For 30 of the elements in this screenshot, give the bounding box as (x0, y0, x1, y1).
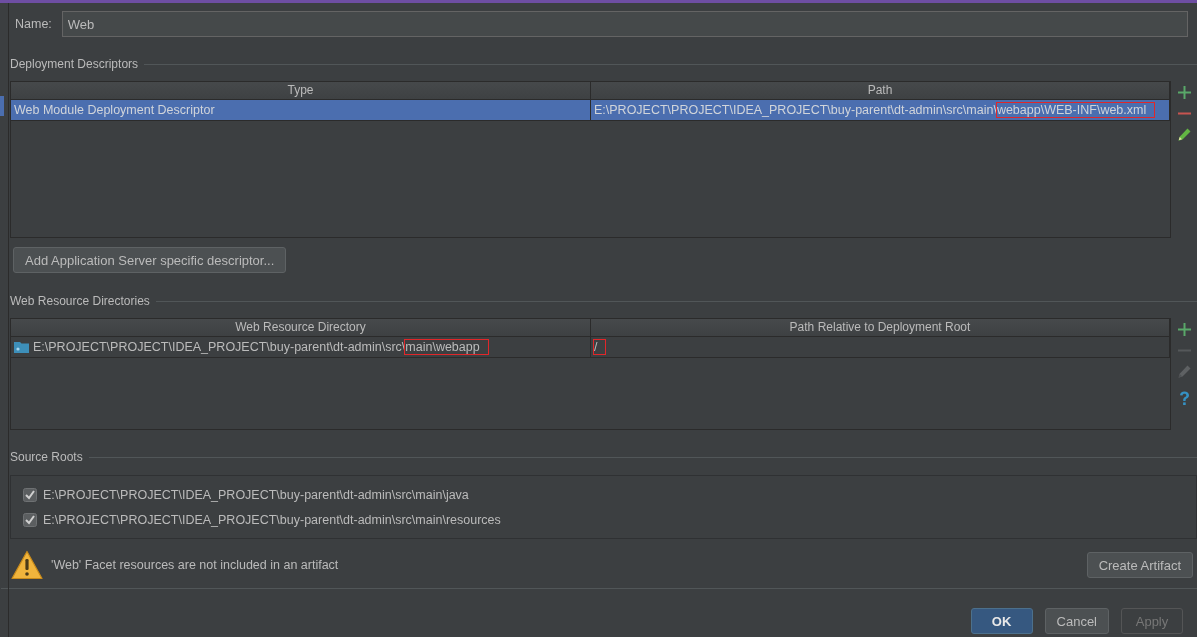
column-header[interactable]: Type (11, 82, 591, 100)
warning-icon (11, 550, 43, 580)
table-cell: / (594, 337, 606, 357)
create-artifact-button[interactable]: Create Artifact (1086, 552, 1193, 578)
folder-icon (14, 341, 29, 353)
section-title: Deployment Descriptors (10, 57, 139, 71)
warning-message: 'Web' Facet resources are not included in an artifact (51, 558, 340, 572)
checkbox[interactable] (23, 512, 37, 527)
column-header[interactable]: Path (591, 82, 1170, 100)
selection-marker (0, 96, 4, 116)
dialog-button[interactable]: OK (970, 608, 1033, 634)
column-header[interactable]: Web Resource Directory (11, 319, 591, 337)
table-row[interactable]: E:\PROJECT\PROJECT\IDEA_PROJECT\buy-parent\dt-admin\src\main\webapp / (11, 337, 1170, 358)
checkbox[interactable] (23, 487, 37, 502)
section-title: Source Roots (10, 450, 83, 464)
pencil-icon[interactable] (1177, 128, 1191, 141)
dialog-button[interactable]: Cancel (1044, 608, 1109, 634)
table-cell-text: Web Module Deployment Descriptor (14, 102, 215, 119)
remove-icon[interactable] (1177, 112, 1191, 115)
add-icon[interactable] (1177, 86, 1191, 99)
section-title: Web Resource Directories (10, 294, 150, 308)
help-icon[interactable] (1178, 391, 1190, 406)
name-label: Name: (15, 17, 52, 31)
source-root-path: E:\PROJECT\PROJECT\IDEA_PROJECT\buy-parent\dt-admin\src\main\resources (43, 512, 501, 527)
add-icon[interactable] (1177, 323, 1191, 336)
source-root-path: E:\PROJECT\PROJECT\IDEA_PROJECT\buy-parent\dt-admin\src\main\java (43, 487, 469, 502)
column-header[interactable]: Path Relative to Deployment Root (591, 319, 1170, 337)
table-cell: E:\PROJECT\PROJECT\IDEA_PROJECT\buy-parent\dt-admin\src\main\webapp (33, 337, 488, 357)
name-field[interactable]: Web (61, 11, 1188, 37)
add-descriptor-button[interactable]: Add Application Server specific descriptor... (13, 247, 287, 273)
